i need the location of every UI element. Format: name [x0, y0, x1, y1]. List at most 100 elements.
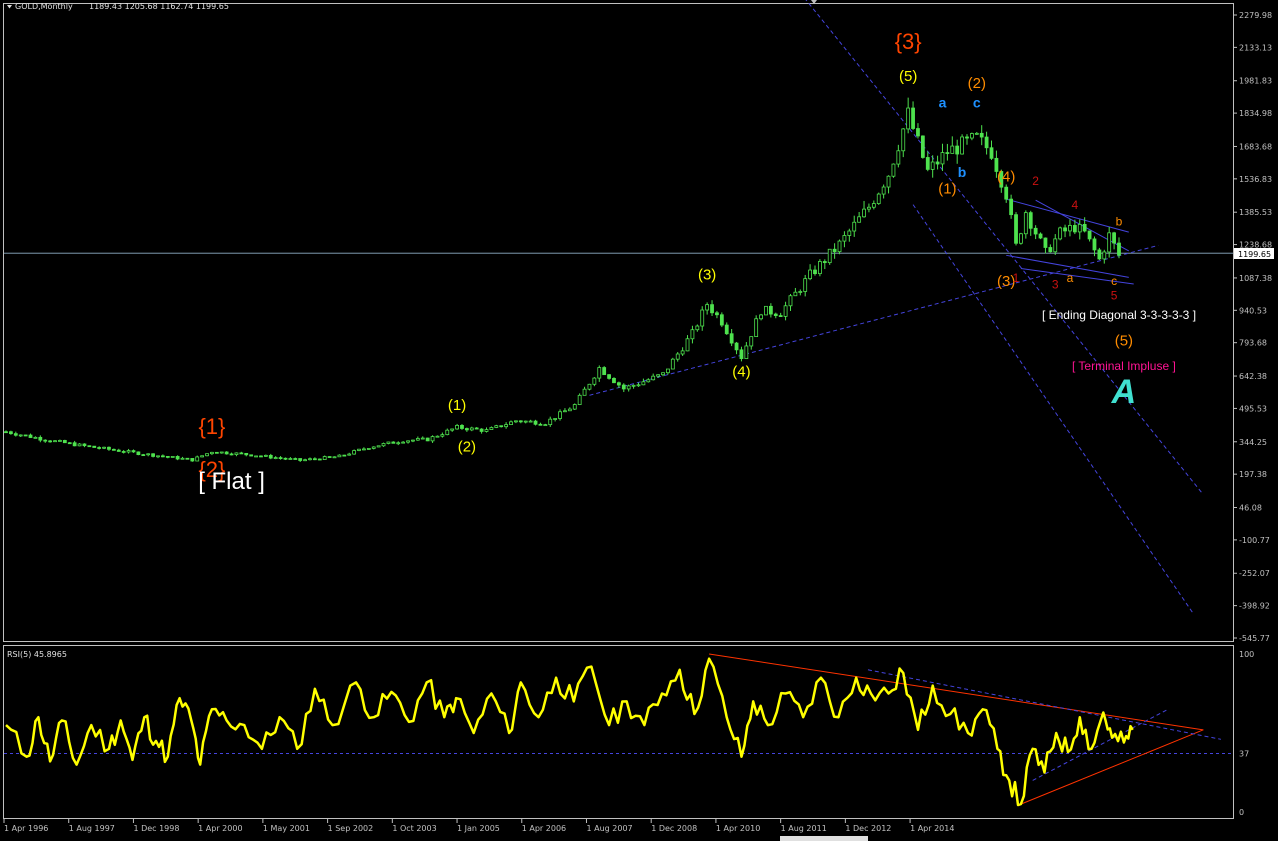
candle-body — [381, 443, 386, 447]
candle-body — [366, 448, 371, 450]
candle-body — [214, 451, 219, 454]
candle-body — [832, 248, 837, 253]
candle-body — [592, 377, 597, 385]
y-tick-label: 344.25 — [1239, 438, 1267, 447]
candle-body — [881, 186, 886, 195]
candle-body — [710, 304, 714, 314]
candle-body — [244, 452, 249, 456]
candle-body — [53, 440, 57, 443]
wave-label: (5) — [899, 68, 917, 85]
candle-body — [298, 458, 303, 461]
candle-body — [259, 455, 263, 458]
candle-body — [636, 384, 641, 387]
candle-body — [567, 408, 572, 412]
candle-body — [58, 440, 62, 442]
x-tick-label: 1 Apr 1996 — [4, 824, 48, 833]
wave-label: 1 — [1013, 271, 1020, 285]
x-tick-label: 1 Apr 2010 — [716, 824, 760, 833]
candle-body — [396, 442, 401, 445]
candle-body — [1023, 212, 1028, 235]
candle-body — [479, 428, 484, 432]
x-tick-label: 1 Apr 2000 — [198, 824, 242, 833]
wave-label: [ Ending Diagonal 3-3-3-3-3 ] — [1042, 308, 1196, 322]
candle-body — [764, 305, 768, 316]
candle-body — [719, 314, 724, 326]
candle-body — [646, 379, 651, 383]
candle-body — [293, 458, 298, 460]
candle-body — [278, 457, 283, 459]
y-tick-label: 495.53 — [1239, 404, 1267, 413]
candle-body — [715, 312, 719, 316]
candle-body — [430, 436, 435, 442]
candle-body — [312, 458, 317, 461]
candle-body — [205, 453, 209, 457]
x-tick-label: 1 Jan 2005 — [457, 824, 500, 833]
candle-body — [553, 418, 558, 420]
candle-body — [460, 425, 464, 429]
candle-body — [651, 375, 656, 381]
chart-canvas[interactable]: {1}{2}[ Flat ](1)(2)(3)(4){3}(5) (2)a cb(1… — [0, 0, 1278, 841]
candle-body — [1063, 227, 1067, 232]
candle-body — [1033, 227, 1038, 235]
candle-body — [656, 374, 661, 377]
y-tick-label: 2133.13 — [1239, 43, 1272, 52]
wave-label: 3 — [1052, 277, 1059, 291]
wave-label: (1) — [938, 181, 956, 198]
candle-body — [587, 383, 592, 390]
candle-body — [597, 367, 602, 379]
wave-label: a — [1067, 271, 1074, 285]
candle-body — [170, 456, 175, 458]
x-tick-label: 1 Aug 2007 — [586, 824, 632, 833]
y-tick-label: 642.38 — [1239, 372, 1267, 381]
candle-body — [700, 309, 705, 327]
candle-body — [891, 163, 896, 177]
scroll-tab[interactable] — [780, 836, 868, 841]
candle-body — [371, 446, 376, 449]
candle-body — [818, 261, 822, 275]
wave-label: (2) — [458, 439, 476, 456]
candle-body — [1043, 237, 1048, 248]
candle-body — [1004, 186, 1009, 200]
y-tick-label: 1385.53 — [1239, 208, 1272, 217]
y-tick-label: 2279.98 — [1239, 11, 1272, 20]
candle-body — [798, 291, 803, 293]
candle-body — [930, 161, 935, 170]
candle-body — [965, 136, 969, 139]
candle-body — [48, 440, 53, 443]
wave-label: 2 — [1032, 174, 1039, 188]
candle-body — [273, 457, 278, 459]
candle-body — [327, 456, 332, 458]
candle-body — [391, 441, 396, 444]
wave-label: 4 — [1072, 198, 1079, 212]
candle-body — [1092, 238, 1097, 251]
candle-body — [631, 384, 636, 387]
candle-body — [283, 457, 288, 460]
x-tick-label: 1 Aug 2011 — [781, 824, 827, 833]
candle-body — [18, 434, 23, 437]
candle-body — [548, 418, 553, 426]
candle-body — [1068, 225, 1072, 232]
candle-body — [67, 442, 72, 445]
candle-body — [768, 305, 773, 315]
candle-body — [788, 295, 793, 307]
symbol-label: GOLD,Monthly — [15, 2, 73, 11]
y-tick-label: 940.53 — [1239, 306, 1267, 315]
candle-body — [156, 455, 160, 458]
candle-body — [577, 394, 582, 405]
candle-body — [960, 136, 964, 155]
wave-label: [ Terminal Impluse ] — [1072, 359, 1176, 373]
candle-body — [494, 425, 499, 428]
candle-body — [254, 455, 258, 458]
candle-body — [13, 433, 18, 436]
candle-body — [308, 458, 312, 461]
x-tick-label: 1 Apr 2006 — [522, 824, 566, 833]
wave-label: (2) — [968, 75, 986, 92]
candle-body — [82, 443, 87, 447]
candle-body — [509, 421, 513, 426]
candle-body — [543, 424, 548, 427]
candle-body — [92, 445, 97, 448]
candle-body — [867, 206, 871, 210]
candle-body — [1112, 232, 1116, 244]
wave-label: (3) — [698, 267, 716, 284]
candle-body — [210, 451, 214, 455]
